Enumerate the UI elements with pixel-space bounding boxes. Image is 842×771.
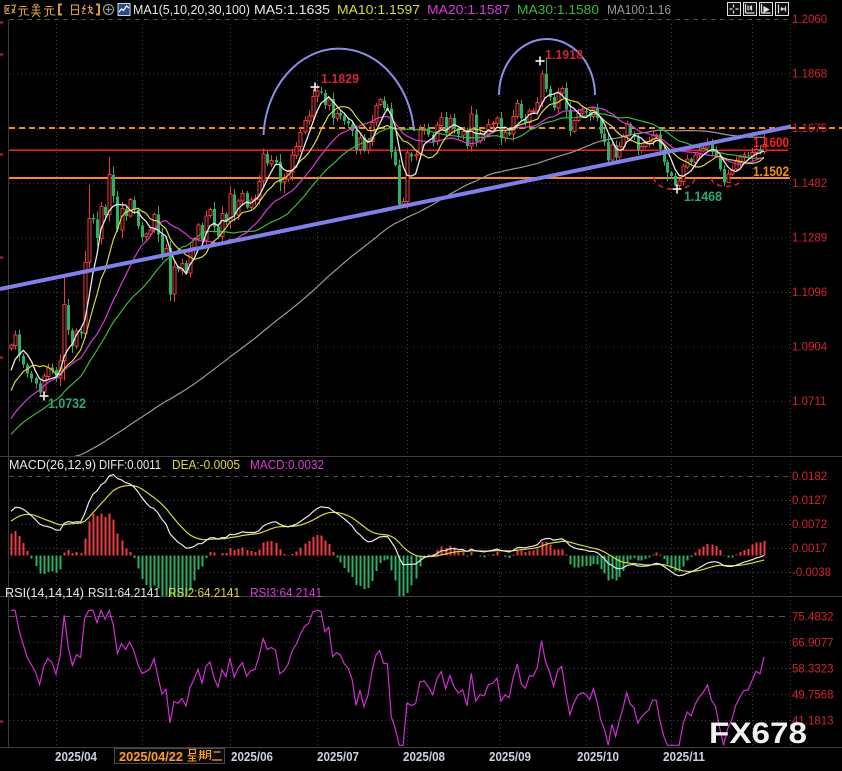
svg-text:0.0072: 0.0072 [792, 519, 827, 531]
svg-text:49.7568: 49.7568 [792, 690, 834, 702]
svg-text:2025/08: 2025/08 [403, 750, 445, 764]
svg-text:1.1502: 1.1502 [753, 164, 789, 179]
svg-text:MA20:1.1587: MA20:1.1587 [427, 2, 510, 17]
svg-text:MACD(26,12,9): MACD(26,12,9) [9, 458, 96, 472]
svg-text:1.1468: 1.1468 [684, 189, 722, 204]
svg-text:1.1289: 1.1289 [792, 232, 827, 244]
svg-text:MA100:1.16: MA100:1.16 [607, 2, 671, 17]
svg-text:58.3323: 58.3323 [792, 664, 834, 676]
svg-text:RSI(14,14,14): RSI(14,14,14) [5, 586, 84, 600]
svg-text:75.4832: 75.4832 [792, 612, 834, 624]
svg-text:2025/10: 2025/10 [577, 750, 619, 764]
svg-text:1.1675: 1.1675 [792, 123, 827, 135]
svg-text:RSI3:64.2141: RSI3:64.2141 [250, 586, 322, 600]
svg-text:66.9077: 66.9077 [792, 638, 834, 650]
svg-text:2025/04: 2025/04 [55, 750, 97, 764]
svg-text:1.0711: 1.0711 [792, 396, 826, 408]
svg-text:RSI2:64.2141: RSI2:64.2141 [168, 586, 240, 600]
svg-text:0.0127: 0.0127 [792, 495, 827, 507]
svg-text:1.2060: 1.2060 [792, 14, 827, 26]
svg-text:1.1096: 1.1096 [792, 287, 827, 299]
svg-text:1.1918: 1.1918 [545, 47, 583, 62]
svg-text:1.1482: 1.1482 [792, 178, 827, 190]
svg-text:1.1868: 1.1868 [792, 69, 827, 81]
svg-text:2025/11: 2025/11 [663, 750, 705, 764]
svg-text:2025/09: 2025/09 [489, 750, 531, 764]
svg-text:MACD:0.0032: MACD:0.0032 [250, 458, 324, 472]
svg-text:DIFF:0.0011: DIFF:0.0011 [99, 458, 161, 472]
svg-text:DEA:-0.0005: DEA:-0.0005 [172, 458, 240, 472]
svg-text:1.1600: 1.1600 [753, 135, 789, 150]
svg-text:RSI1:64.2141: RSI1:64.2141 [88, 586, 160, 600]
svg-text:-0.0038: -0.0038 [792, 567, 831, 579]
svg-text:2025/04/22: 2025/04/22 [119, 750, 183, 764]
svg-text:0.0017: 0.0017 [792, 543, 827, 555]
svg-text:MA5:1.1635: MA5:1.1635 [254, 2, 330, 17]
svg-text:2025/07: 2025/07 [317, 750, 359, 764]
svg-text:1.1829: 1.1829 [321, 71, 359, 86]
svg-text:0.0182: 0.0182 [792, 471, 827, 483]
svg-text:1.0904: 1.0904 [792, 342, 828, 354]
svg-text:MA30:1.1580: MA30:1.1580 [517, 2, 599, 17]
svg-text:1.0732: 1.0732 [48, 396, 86, 411]
svg-text:FX678: FX678 [709, 717, 807, 750]
svg-text:MA10:1.1597: MA10:1.1597 [337, 2, 420, 17]
svg-text:MA1(5,10,20,30,100): MA1(5,10,20,30,100) [133, 2, 250, 17]
svg-text:2025/06: 2025/06 [231, 750, 273, 764]
